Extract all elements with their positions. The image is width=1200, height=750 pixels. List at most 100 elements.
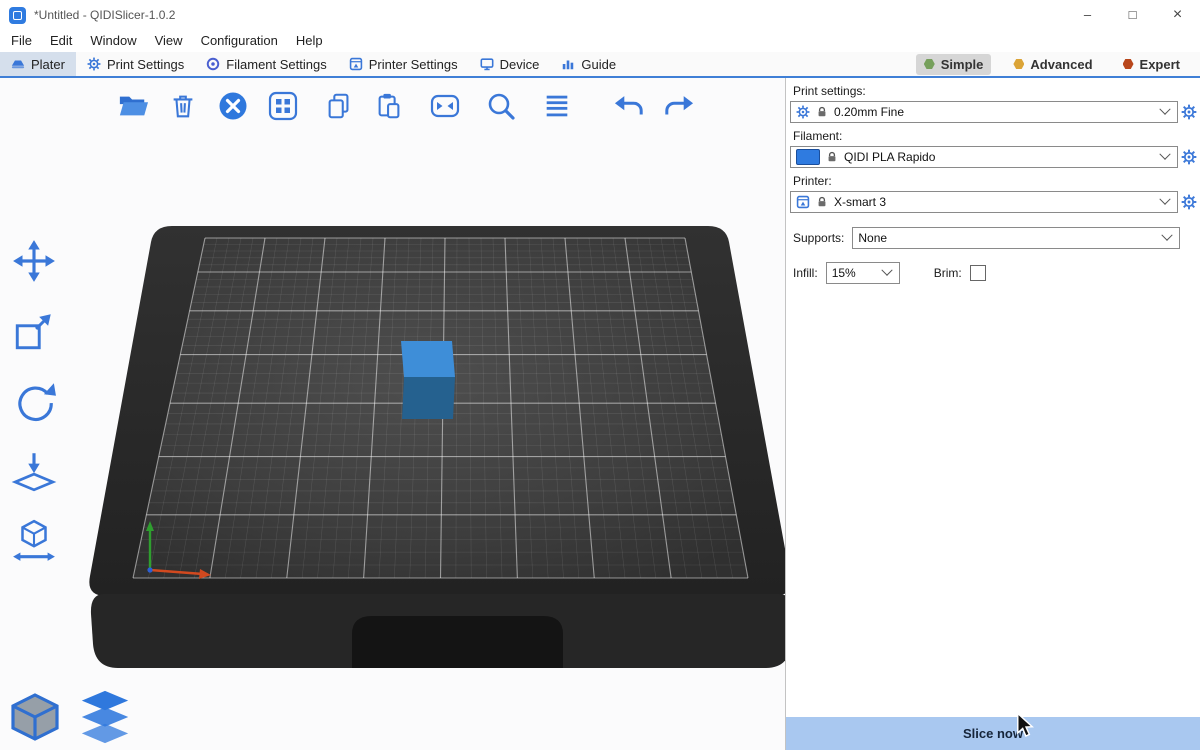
delete-all-icon	[217, 90, 249, 122]
tab-print-settings[interactable]: Print Settings	[76, 52, 195, 76]
delete-button[interactable]	[162, 86, 204, 126]
tab-bar: Plater Print Settings Filament Settings …	[0, 52, 1200, 78]
undo-icon	[612, 91, 646, 121]
delete-all-button[interactable]	[212, 86, 254, 126]
printer-combo[interactable]: X-smart 3	[790, 191, 1178, 213]
place-on-face-icon	[11, 448, 57, 494]
supports-row: Supports: None	[793, 227, 1180, 249]
settings-sidebar: Print settings: 0.20mm Fine Filament: QI…	[785, 78, 1200, 750]
brim-label: Brim:	[934, 266, 962, 280]
printer-label: Printer:	[793, 174, 1200, 188]
mode-simple[interactable]: Simple	[916, 54, 992, 75]
mode-expert[interactable]: Expert	[1115, 54, 1188, 75]
undo-button[interactable]	[608, 86, 650, 126]
gear-icon	[1181, 104, 1197, 120]
menu-help[interactable]: Help	[287, 30, 332, 52]
variable-layer-height-icon	[542, 91, 572, 121]
tab-label: Plater	[31, 57, 65, 72]
brim-checkbox[interactable]	[970, 265, 986, 281]
guide-icon	[561, 57, 575, 71]
menu-configuration[interactable]: Configuration	[192, 30, 287, 52]
slice-now-button[interactable]: Slice now	[786, 717, 1200, 750]
menu-edit[interactable]: Edit	[41, 30, 81, 52]
plater-viewport[interactable]	[0, 78, 785, 750]
infill-combo[interactable]: 15%	[826, 262, 900, 284]
tab-device[interactable]: Device	[469, 52, 551, 76]
lock-icon	[826, 151, 838, 163]
place-on-face-button[interactable]	[8, 446, 60, 496]
tab-label: Guide	[581, 57, 616, 72]
gear-icon	[87, 57, 101, 71]
editor-view-button[interactable]	[6, 688, 64, 746]
open-button[interactable]	[112, 86, 154, 126]
plater-icon	[11, 57, 25, 71]
print-settings-gear-button[interactable]	[1179, 101, 1198, 123]
menu-file[interactable]: File	[2, 30, 41, 52]
preview-view-icon	[77, 689, 133, 745]
open-icon	[116, 91, 150, 121]
chevron-down-icon	[881, 265, 892, 276]
move-button[interactable]	[8, 236, 60, 286]
instances-button[interactable]	[424, 86, 466, 126]
tab-label: Filament Settings	[226, 57, 326, 72]
scale-icon	[11, 308, 57, 354]
instances-icon	[429, 90, 461, 122]
move-icon	[11, 238, 57, 284]
tab-filament-settings[interactable]: Filament Settings	[195, 52, 337, 76]
scale-button[interactable]	[8, 306, 60, 356]
app-logo-icon	[9, 7, 26, 24]
rotate-icon	[11, 378, 57, 424]
menu-bar: File Edit Window View Configuration Help	[0, 30, 1200, 52]
gear-icon	[1181, 194, 1197, 210]
filament-gear-button[interactable]	[1179, 146, 1198, 168]
print-settings-value: 0.20mm Fine	[834, 105, 904, 119]
menu-view[interactable]: View	[146, 30, 192, 52]
paste-button[interactable]	[368, 86, 410, 126]
view-toolbar	[6, 688, 134, 746]
chevron-down-icon	[1159, 104, 1170, 115]
search-button[interactable]	[480, 86, 522, 126]
gear-icon	[1181, 149, 1197, 165]
printer-icon	[796, 195, 810, 209]
lock-icon	[816, 196, 828, 208]
redo-button[interactable]	[658, 86, 700, 126]
filament-combo[interactable]: QIDI PLA Rapido	[790, 146, 1178, 168]
redo-icon	[662, 91, 696, 121]
lock-icon	[816, 106, 828, 118]
tab-guide[interactable]: Guide	[550, 52, 627, 76]
supports-label: Supports:	[793, 231, 844, 245]
advanced-mode-icon	[1013, 59, 1024, 69]
maximize-button[interactable]: □	[1110, 0, 1155, 30]
editor-view-icon	[7, 689, 63, 745]
delete-icon	[168, 91, 198, 121]
window-controls: – □ ×	[1065, 0, 1200, 30]
mode-advanced[interactable]: Advanced	[1005, 54, 1100, 75]
variable-layer-height-button[interactable]	[536, 86, 578, 126]
tab-label: Device	[500, 57, 540, 72]
expert-mode-icon	[1123, 59, 1134, 69]
height-range-button[interactable]	[8, 516, 60, 566]
model-cube[interactable]	[401, 341, 455, 419]
preview-view-button[interactable]	[76, 688, 134, 746]
printer-gear-button[interactable]	[1179, 191, 1198, 213]
device-icon	[480, 57, 494, 71]
close-button[interactable]: ×	[1155, 0, 1200, 30]
rotate-button[interactable]	[8, 376, 60, 426]
print-settings-combo[interactable]: 0.20mm Fine	[790, 101, 1178, 123]
height-range-icon	[11, 518, 57, 564]
tab-plater[interactable]: Plater	[0, 52, 76, 76]
tab-printer-settings[interactable]: Printer Settings	[338, 52, 469, 76]
copy-icon	[324, 91, 354, 121]
gizmo-toolbar	[8, 236, 60, 566]
printer-value: X-smart 3	[834, 195, 886, 209]
arrange-button[interactable]	[262, 86, 304, 126]
supports-combo[interactable]: None	[852, 227, 1180, 249]
copy-button[interactable]	[318, 86, 360, 126]
filament-color-swatch	[796, 149, 820, 165]
tab-label: Print Settings	[107, 57, 184, 72]
bed-3d-scene[interactable]	[0, 78, 785, 750]
filament-label: Filament:	[793, 129, 1200, 143]
minimize-button[interactable]: –	[1065, 0, 1110, 30]
menu-window[interactable]: Window	[81, 30, 145, 52]
chevron-down-icon	[1159, 149, 1170, 160]
